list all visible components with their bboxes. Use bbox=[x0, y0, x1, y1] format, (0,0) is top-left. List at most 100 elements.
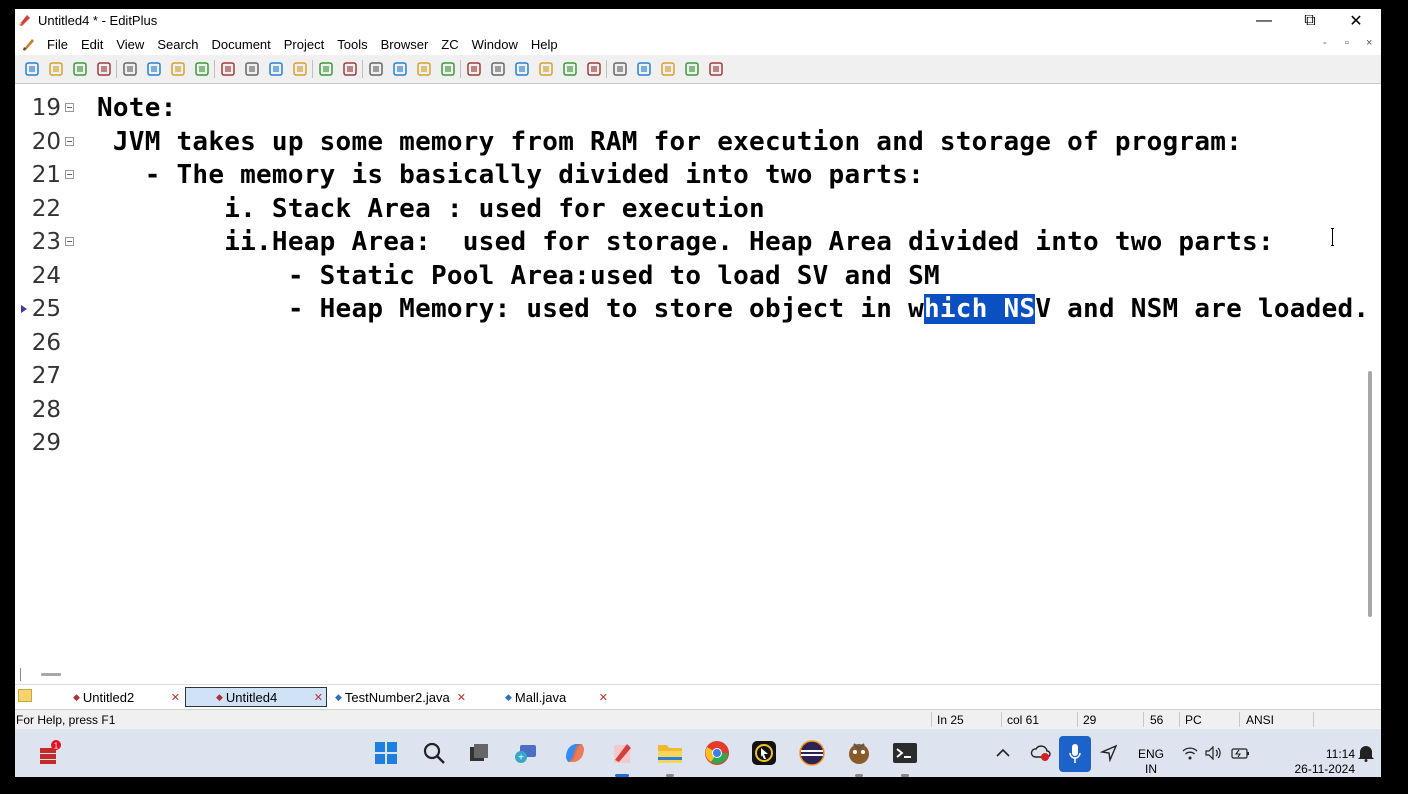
fold-toggle-icon[interactable] bbox=[65, 237, 74, 246]
tab-mall-java[interactable]: ◆ Mall.java ✕ bbox=[505, 687, 611, 707]
save-all-icon[interactable] bbox=[95, 60, 113, 78]
eclipse-icon[interactable] bbox=[798, 739, 826, 767]
mdi-restore-button[interactable]: ▫ bbox=[1345, 37, 1349, 49]
task-view-icon[interactable] bbox=[465, 739, 493, 767]
start-icon[interactable] bbox=[372, 739, 400, 767]
game-app-icon[interactable] bbox=[845, 739, 873, 767]
print-preview-icon[interactable] bbox=[121, 60, 139, 78]
vertical-scroll-thumb[interactable] bbox=[1368, 371, 1372, 617]
font-icon[interactable] bbox=[465, 60, 483, 78]
check-icon[interactable] bbox=[585, 60, 603, 78]
fold-toggle-icon[interactable] bbox=[65, 136, 74, 146]
output-icon[interactable] bbox=[683, 60, 701, 78]
print-icon[interactable] bbox=[145, 60, 163, 78]
editor-line-28[interactable]: 28 bbox=[15, 394, 1366, 427]
spell-check-icon[interactable] bbox=[169, 60, 187, 78]
line-number-icon[interactable] bbox=[537, 60, 555, 78]
restore-button[interactable]: ⧉ bbox=[1287, 9, 1333, 33]
editor-area[interactable]: 19 Note: 20 JVM takes up some memory from … bbox=[15, 84, 1369, 666]
html-toolbar-icon[interactable] bbox=[193, 60, 211, 78]
help-icon[interactable] bbox=[707, 60, 725, 78]
tab-close-icon[interactable]: ✕ bbox=[457, 691, 466, 704]
teams-chat-icon[interactable]: + bbox=[512, 739, 540, 767]
horizontal-scrollbar[interactable] bbox=[15, 666, 1381, 680]
cliptext-icon[interactable] bbox=[635, 60, 653, 78]
editor-line-20[interactable]: 20 JVM takes up some memory from RAM for… bbox=[15, 126, 1366, 159]
tab-untitled2[interactable]: ◆ Untitled2 ✕ bbox=[73, 687, 183, 707]
goto-icon[interactable] bbox=[415, 60, 433, 78]
redis-tray-icon[interactable]: 1 bbox=[35, 739, 63, 767]
menu-file[interactable]: File bbox=[47, 37, 68, 52]
tab-untitled4[interactable]: ◆ Untitled4 ✕ bbox=[185, 687, 327, 707]
editor-line-24[interactable]: 24 - Static Pool Area:used to load SV an… bbox=[15, 260, 1366, 293]
copy-icon[interactable] bbox=[243, 60, 261, 78]
clock[interactable]: 11:14 26-11-2024 bbox=[1283, 747, 1356, 777]
fold-toggle-icon[interactable] bbox=[65, 170, 74, 179]
indent-icon[interactable] bbox=[439, 60, 457, 78]
delete-icon[interactable] bbox=[291, 60, 309, 78]
save-icon[interactable] bbox=[71, 60, 89, 78]
chrome-icon[interactable] bbox=[703, 739, 731, 767]
tab-close-icon[interactable]: ✕ bbox=[171, 691, 180, 704]
browser-icon[interactable] bbox=[659, 60, 677, 78]
fold-toggle-icon[interactable] bbox=[65, 103, 74, 112]
copilot-icon[interactable] bbox=[561, 739, 589, 767]
language-indicator[interactable]: ENG IN bbox=[1135, 747, 1167, 777]
paste-icon[interactable] bbox=[267, 60, 285, 78]
ruler-icon[interactable] bbox=[561, 60, 579, 78]
search-icon[interactable] bbox=[420, 739, 448, 767]
terminal-icon[interactable] bbox=[891, 739, 919, 767]
notification-icon[interactable] bbox=[1355, 739, 1377, 767]
word-wrap-icon[interactable] bbox=[513, 60, 531, 78]
editor-line-26[interactable]: 26 bbox=[15, 327, 1366, 360]
cloud-sync-icon[interactable] bbox=[1029, 739, 1053, 767]
editor-line-21[interactable]: 21 - The memory is basically divided int… bbox=[15, 159, 1366, 192]
menu-window[interactable]: Window bbox=[472, 37, 518, 52]
new-file-icon[interactable] bbox=[23, 60, 41, 78]
menu-edit[interactable]: Edit bbox=[81, 37, 103, 52]
microphone-active-indicator[interactable] bbox=[1059, 736, 1091, 772]
tab-testnumber2-java[interactable]: ◆ TestNumber2.java ✕ bbox=[335, 687, 469, 707]
status-divider bbox=[1077, 712, 1078, 727]
undo-icon[interactable] bbox=[317, 60, 335, 78]
pointer-app-icon[interactable] bbox=[750, 739, 778, 767]
volume-icon[interactable] bbox=[1204, 739, 1224, 767]
editor-line-22[interactable]: 22 i. Stack Area : used for execution bbox=[15, 193, 1366, 226]
tab-close-icon[interactable]: ✕ bbox=[314, 691, 323, 704]
minimize-button[interactable]: — bbox=[1241, 9, 1287, 33]
editor-line-19[interactable]: 19 Note: bbox=[15, 92, 1366, 125]
open-folder-icon[interactable] bbox=[47, 60, 65, 78]
hex-icon[interactable] bbox=[489, 60, 507, 78]
mdi-close-button[interactable]: × bbox=[1366, 37, 1372, 49]
doc-selector-icon[interactable] bbox=[611, 60, 629, 78]
horizontal-scroll-thumb[interactable] bbox=[41, 673, 61, 676]
pencil-icon[interactable] bbox=[21, 36, 37, 52]
menu-document[interactable]: Document bbox=[212, 37, 271, 52]
editplus-taskbar-icon[interactable] bbox=[608, 739, 636, 767]
folder-icon[interactable] bbox=[18, 689, 32, 702]
mdi-minimize-button[interactable]: - bbox=[1323, 37, 1327, 49]
running-app-indicator bbox=[666, 774, 674, 777]
close-button[interactable]: ✕ bbox=[1333, 9, 1379, 33]
location-icon[interactable] bbox=[1097, 739, 1121, 767]
editor-line-27[interactable]: 27 bbox=[15, 360, 1366, 393]
wifi-icon[interactable] bbox=[1180, 739, 1200, 767]
file-explorer-icon[interactable] bbox=[656, 739, 684, 767]
menu-browser[interactable]: Browser bbox=[381, 37, 429, 52]
battery-icon[interactable] bbox=[1230, 739, 1252, 767]
find-icon[interactable] bbox=[367, 60, 385, 78]
editor-line-23[interactable]: 23 ii.Heap Area: used for storage. Heap … bbox=[15, 226, 1366, 259]
chevron-up-icon[interactable] bbox=[993, 739, 1013, 767]
menu-zc[interactable]: ZC bbox=[441, 37, 458, 52]
redo-icon[interactable] bbox=[341, 60, 359, 78]
tab-close-icon[interactable]: ✕ bbox=[599, 691, 608, 704]
cut-icon[interactable] bbox=[219, 60, 237, 78]
menu-search[interactable]: Search bbox=[157, 37, 198, 52]
editor-line-29[interactable]: 29 bbox=[15, 427, 1366, 460]
menu-view[interactable]: View bbox=[116, 37, 144, 52]
replace-icon[interactable] bbox=[391, 60, 409, 78]
menu-project[interactable]: Project bbox=[284, 37, 324, 52]
editor-line-25[interactable]: 25 - Heap Memory: used to store object i… bbox=[15, 293, 1369, 326]
menu-tools[interactable]: Tools bbox=[337, 37, 367, 52]
menu-help[interactable]: Help bbox=[531, 37, 558, 52]
